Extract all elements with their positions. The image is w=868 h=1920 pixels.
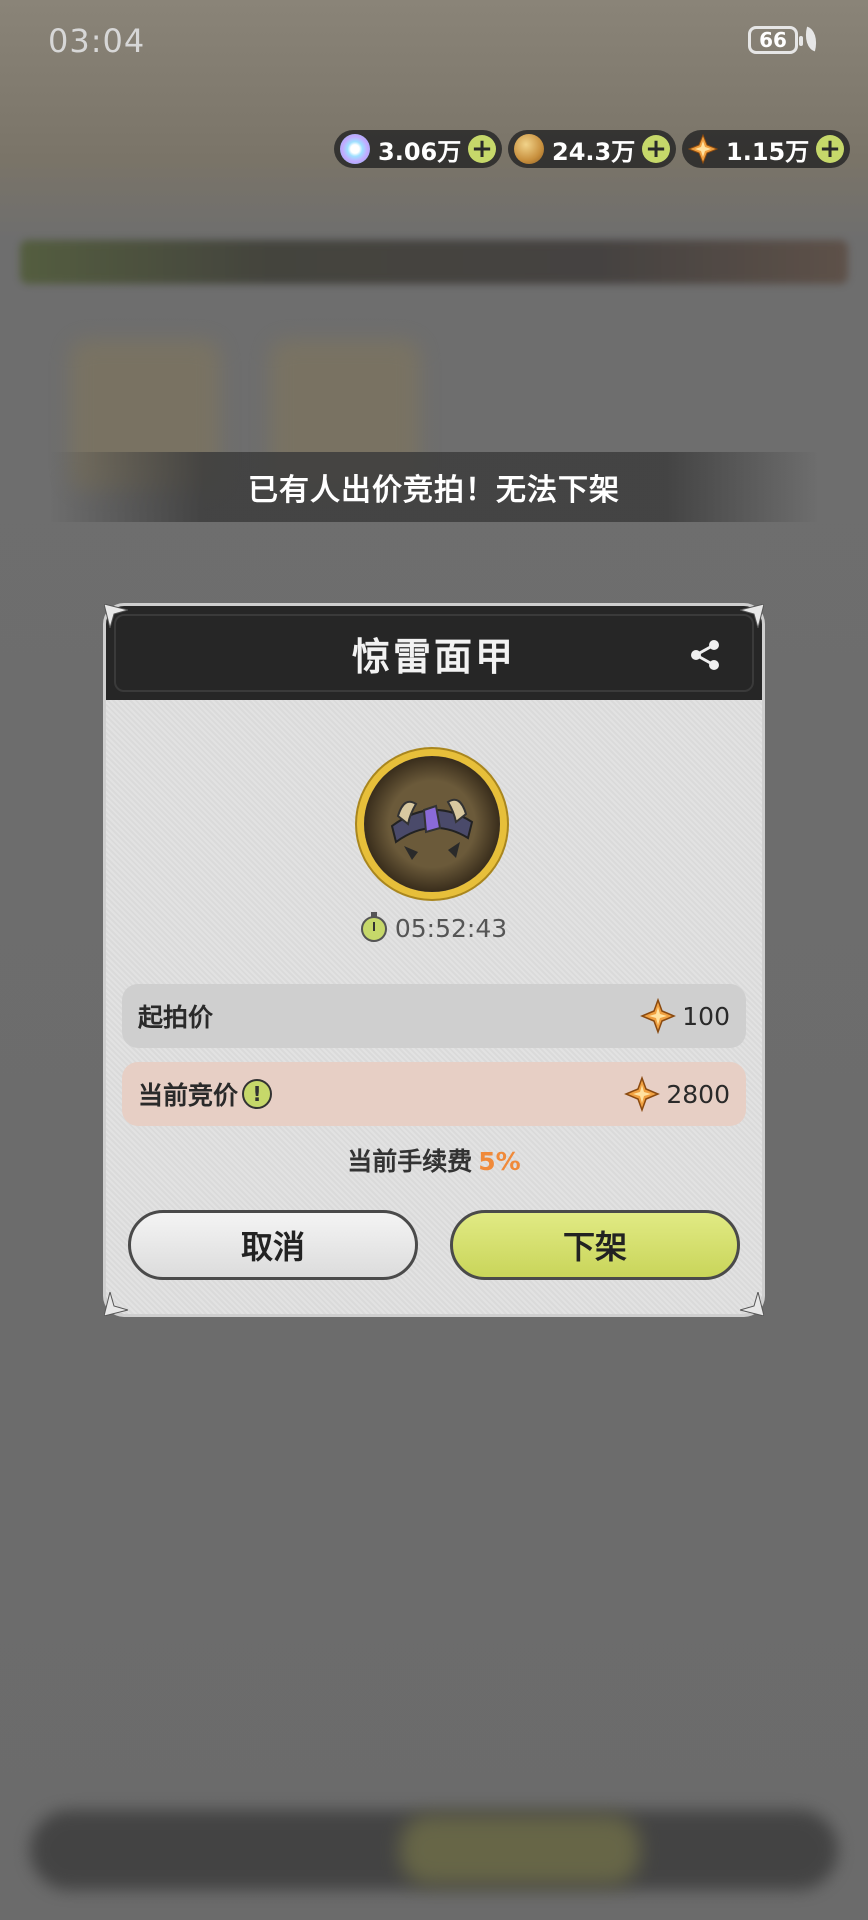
status-time: 03:04 xyxy=(48,22,146,60)
add-crystal-button[interactable]: + xyxy=(468,135,496,163)
item-dialog: 惊雷面甲 05:52:43 起拍价 100 当前竞价 ! 2800 当前手续费 … xyxy=(106,606,762,1314)
currency-crystal: 3.06万 + xyxy=(334,130,502,168)
star-gem-icon xyxy=(640,998,677,1034)
fee-text: 当前手续费 5% xyxy=(106,1142,762,1178)
background-banner xyxy=(20,240,848,284)
currency-coin: 24.3万 + xyxy=(508,130,676,168)
coin-icon xyxy=(514,134,544,164)
corner-ornament xyxy=(740,604,764,628)
current-bid-label: 当前竞价 xyxy=(138,1081,239,1110)
current-bid-value: 2800 xyxy=(624,1076,730,1112)
auction-timer: 05:52:43 xyxy=(106,911,762,943)
current-bid-label-group: 当前竞价 ! xyxy=(138,1076,273,1112)
corner-ornament xyxy=(740,1292,764,1316)
fee-percent: 5% xyxy=(478,1147,521,1176)
currency-amount: 3.06万 xyxy=(378,137,462,166)
background-bottom-highlight xyxy=(400,1815,640,1885)
fee-label: 当前手续费 xyxy=(347,1147,473,1176)
start-price-label: 起拍价 xyxy=(138,1003,214,1032)
current-bid-amount: 2800 xyxy=(666,1079,730,1109)
toast-message: 已有人出价竞拍！无法下架 xyxy=(248,473,620,508)
share-icon[interactable] xyxy=(688,638,722,672)
star-gem-icon xyxy=(624,1076,661,1112)
current-bid-row: 当前竞价 ! 2800 xyxy=(122,1062,746,1126)
item-icon xyxy=(364,756,500,892)
corner-ornament xyxy=(104,604,128,628)
toast: 已有人出价竞拍！无法下架 xyxy=(50,452,818,522)
start-price-row: 起拍价 100 xyxy=(122,984,746,1048)
currency-star-gem: 1.15万 + xyxy=(682,130,850,168)
dialog-title: 惊雷面甲 xyxy=(351,634,516,679)
battery-icon: 66 xyxy=(748,26,803,54)
timer-text: 05:52:43 xyxy=(394,914,508,943)
info-icon[interactable]: ! xyxy=(242,1079,273,1109)
currency-amount: 24.3万 xyxy=(552,137,636,166)
cancel-button[interactable]: 取消 xyxy=(128,1210,418,1280)
add-star-gem-button[interactable]: + xyxy=(816,135,844,163)
dialog-header: 惊雷面甲 xyxy=(106,606,762,700)
star-gem-icon xyxy=(688,134,718,164)
add-coin-button[interactable]: + xyxy=(642,135,670,163)
unlist-button[interactable]: 下架 xyxy=(450,1210,740,1280)
mask-icon xyxy=(390,798,474,860)
crystal-icon xyxy=(340,134,370,164)
stopwatch-icon xyxy=(360,911,387,942)
corner-ornament xyxy=(104,1292,128,1316)
start-price-amount: 100 xyxy=(682,1001,730,1031)
currency-amount: 1.15万 xyxy=(726,137,810,166)
start-price-value: 100 xyxy=(640,998,730,1034)
